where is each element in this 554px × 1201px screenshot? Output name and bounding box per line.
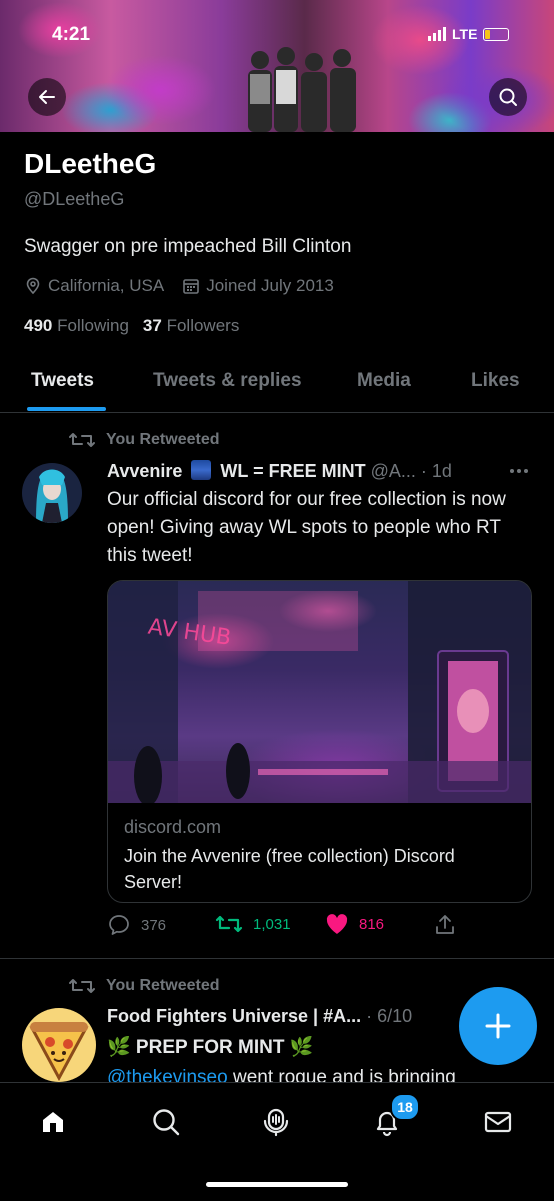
- tweet-author[interactable]: Avvenire: [107, 461, 182, 481]
- location-pin-icon: [26, 277, 40, 295]
- tweet-author-suffix: WL = FREE MINT: [220, 461, 366, 481]
- tweet-text-line2: @thekevinseo went rogue and is bringing: [107, 1064, 527, 1082]
- profile-handle: @DLeetheG: [24, 189, 125, 209]
- retweet-button[interactable]: 1,031: [215, 913, 291, 935]
- retweet-icon: [69, 433, 95, 447]
- retweet-context-label: You Retweeted: [106, 977, 220, 994]
- retweet-icon: [215, 915, 243, 933]
- compose-button[interactable]: [459, 987, 537, 1065]
- retweet-icon: [69, 979, 95, 993]
- back-arrow-icon: [39, 90, 55, 104]
- search-icon: [153, 1109, 180, 1136]
- tab-tweets[interactable]: Tweets: [31, 370, 94, 392]
- more-dots-icon[interactable]: [508, 466, 530, 476]
- avatar[interactable]: [22, 463, 82, 523]
- search-icon: [499, 88, 517, 106]
- active-tab-indicator: [27, 407, 106, 411]
- tweet-author[interactable]: Food Fighters Universe | #A...: [107, 1006, 361, 1026]
- search-button[interactable]: [489, 78, 527, 116]
- following-count: 490: [24, 316, 53, 335]
- profile-tabs: Tweets Tweets & replies Media Likes: [0, 360, 554, 413]
- home-icon: [43, 1112, 63, 1132]
- joined-text: Joined July 2013: [206, 276, 334, 295]
- like-button[interactable]: 816: [325, 913, 384, 935]
- nav-spaces[interactable]: [259, 1105, 293, 1139]
- profile-bio: Swagger on pre impeached Bill Clinton: [24, 236, 352, 257]
- nav-messages[interactable]: [481, 1105, 515, 1139]
- battery-icon: [483, 27, 510, 41]
- followers-count: 37: [142, 316, 162, 335]
- reply-icon: [109, 915, 129, 935]
- back-button[interactable]: [28, 78, 66, 116]
- profile-counts: 490 Following 37 Followers: [24, 316, 239, 336]
- tab-media[interactable]: Media: [357, 370, 411, 392]
- card-title: Join the Avvenire (free collection) Disc…: [124, 846, 455, 892]
- profile-meta: California, USA Joined July 2013: [24, 276, 352, 296]
- signal-icon: [428, 27, 446, 41]
- following-link[interactable]: 490 Following: [24, 316, 129, 336]
- tweet-text-rest: went rogue and is bringing: [227, 1067, 456, 1082]
- home-indicator: [206, 1182, 348, 1187]
- tweet-time: · 1d: [420, 461, 452, 481]
- network-label: LTE: [452, 26, 478, 42]
- tweet-author-emoji: [191, 460, 212, 480]
- tweet-header: Avvenire WL = FREE MINT @A... · 1d: [107, 460, 452, 482]
- nav-explore[interactable]: [149, 1105, 183, 1139]
- profile-joined: Joined July 2013: [182, 276, 334, 296]
- banner-people-photo: [248, 47, 356, 132]
- tweet-time: · 6/10: [366, 1006, 413, 1026]
- mail-icon: [484, 1111, 512, 1133]
- tab-tweets-replies[interactable]: Tweets & replies: [153, 370, 302, 392]
- retweet-count: 1,031: [253, 915, 291, 933]
- tab-likes[interactable]: Likes: [471, 370, 520, 392]
- plus-icon: [485, 1013, 511, 1039]
- notifications-badge: 18: [390, 1093, 420, 1121]
- cyberpunk-street-illustration: AV HUB: [108, 581, 531, 806]
- tweet-text: Our official discord for our free collec…: [107, 489, 506, 566]
- pizza-avatar-image: [22, 1008, 96, 1082]
- mention-link[interactable]: @thekevinseo: [107, 1067, 228, 1082]
- profile-banner: [0, 0, 554, 132]
- tweet-actions: 376 1,031 816: [107, 913, 527, 939]
- calendar-icon: [183, 279, 200, 294]
- tweet-handle: @A...: [370, 461, 416, 481]
- nav-home[interactable]: [36, 1105, 70, 1139]
- reply-button[interactable]: 376: [107, 913, 166, 937]
- status-time: 4:21: [52, 24, 91, 45]
- share-icon: [436, 915, 454, 934]
- reply-count: 376: [141, 916, 167, 934]
- status-indicators: LTE: [428, 26, 510, 42]
- tweet-divider: [0, 958, 554, 959]
- link-card[interactable]: AV HUB discord.com Join the Avvenire (fr…: [107, 580, 532, 903]
- avatar[interactable]: [22, 1008, 96, 1082]
- location-text: California, USA: [48, 276, 165, 295]
- link-card-image: AV HUB: [108, 581, 531, 806]
- like-count: 816: [359, 915, 385, 933]
- profile-location: California, USA: [24, 276, 164, 296]
- following-label: Following: [57, 316, 129, 335]
- followers-label: Followers: [166, 316, 240, 335]
- spaces-icon: [263, 1108, 289, 1137]
- retweet-context: You Retweeted: [68, 976, 220, 996]
- card-domain: discord.com: [124, 817, 222, 837]
- retweet-context: You Retweeted: [68, 430, 220, 450]
- profile-name: DLeetheG: [24, 148, 157, 179]
- followers-link[interactable]: 37 Followers: [143, 316, 239, 336]
- heart-icon: [326, 914, 348, 934]
- share-button[interactable]: [433, 913, 457, 937]
- retweet-context-label: You Retweeted: [106, 431, 220, 448]
- tweet-header: Food Fighters Universe | #A... · 6/10: [107, 1006, 412, 1027]
- avatar-image: [22, 463, 82, 523]
